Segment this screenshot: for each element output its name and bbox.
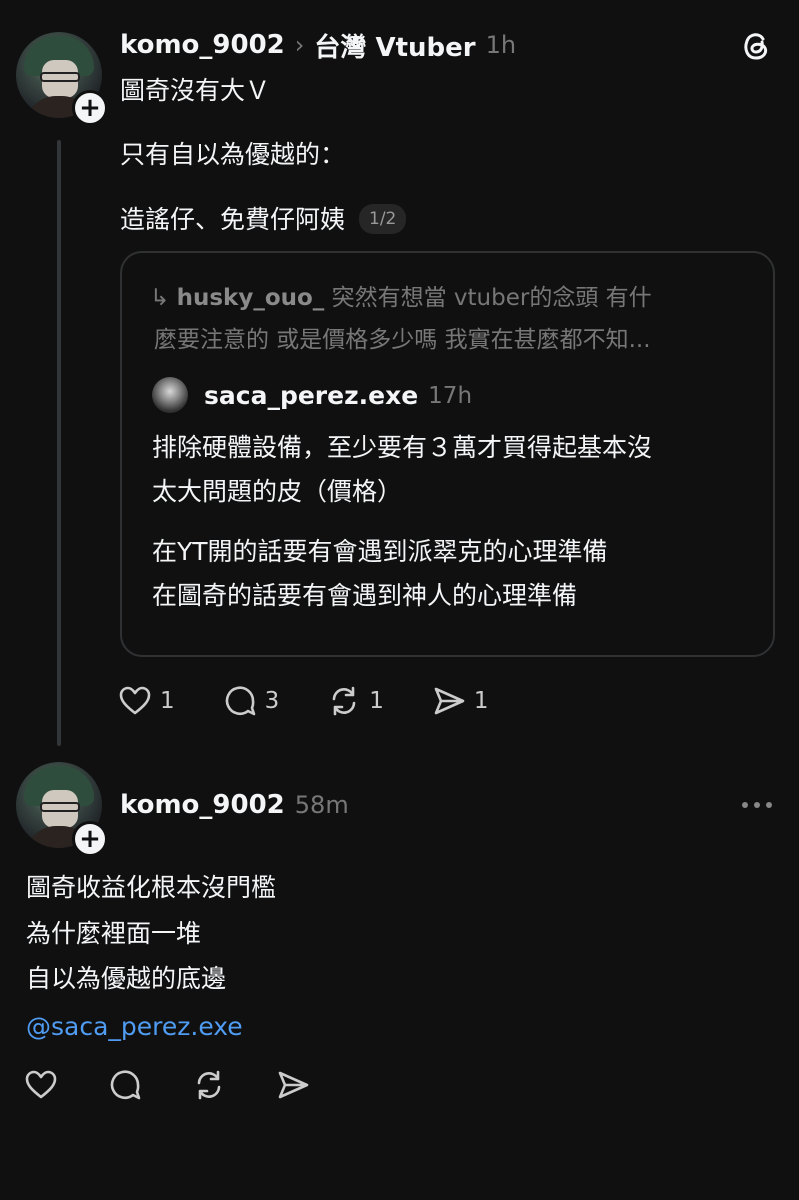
post-text-line: 為什麼裡面一堆 bbox=[26, 919, 202, 948]
send-icon bbox=[434, 687, 465, 715]
username[interactable]: komo_9002 bbox=[120, 30, 285, 60]
post-text-line: 圖奇沒有大Ｖ bbox=[120, 76, 271, 105]
share-button[interactable] bbox=[276, 1068, 310, 1102]
repost-button[interactable]: 1 bbox=[327, 684, 384, 718]
like-count: 1 bbox=[160, 688, 175, 714]
post-time: 58m bbox=[294, 791, 349, 819]
post-text-line: 自以為優越的底邊 bbox=[26, 964, 227, 993]
quoted-author-username[interactable]: saca_perez.exe bbox=[204, 381, 418, 410]
comment-button[interactable]: 3 bbox=[223, 684, 280, 718]
comment-icon bbox=[110, 1070, 141, 1100]
like-button[interactable]: 1 bbox=[118, 684, 175, 718]
post-header: komo_9002 58m bbox=[120, 788, 349, 822]
topic-tag[interactable]: 台灣 Vtuber bbox=[314, 27, 475, 64]
heart-icon bbox=[119, 686, 151, 715]
repost-icon bbox=[197, 1070, 221, 1100]
quoted-text-line: 在圖奇的話要有會遇到神人的心理準備 bbox=[152, 581, 578, 610]
thread-counter-badge: 1/2 bbox=[359, 204, 407, 234]
post-header: komo_9002 › 台灣 Vtuber 1h bbox=[120, 27, 517, 64]
quoted-text-line: 排除硬體設備，至少要有３萬才買得起基本沒 bbox=[152, 433, 653, 462]
post-actions bbox=[24, 1068, 310, 1102]
like-button[interactable] bbox=[24, 1068, 58, 1102]
repost-count: 1 bbox=[369, 688, 384, 714]
quoted-text-line: 太大問題的皮（價格） bbox=[152, 477, 403, 506]
repost-icon bbox=[332, 686, 356, 716]
chevron-right-icon: › bbox=[294, 31, 305, 59]
follow-plus-button[interactable]: + bbox=[72, 90, 108, 126]
post-text-line: 只有自以為優越的： bbox=[120, 140, 346, 169]
reply-context-line-2: 麼要注意的 或是價格多少嗎 我實在甚麼都不知... bbox=[154, 327, 651, 353]
threads-logo-icon[interactable] bbox=[738, 27, 774, 63]
share-count: 1 bbox=[473, 688, 489, 714]
quoted-post-time: 17h bbox=[428, 382, 473, 409]
reply-text: 突然有想當 vtuber的念頭 有什 bbox=[331, 285, 652, 311]
post-actions: 1 3 1 1 bbox=[118, 684, 489, 718]
comment-icon bbox=[225, 686, 255, 716]
post-text-line: 圖奇收益化根本沒門檻 bbox=[26, 873, 277, 902]
reply-context-line-1: ↳ husky_ouo_ 突然有想當 vtuber的念頭 有什 bbox=[150, 287, 652, 310]
post-text-line: 造謠仔、免費仔阿姨 bbox=[120, 204, 346, 234]
quoted-author-avatar[interactable] bbox=[152, 377, 188, 413]
post-time: 1h bbox=[485, 31, 517, 59]
mention-link[interactable]: @saca_perez.exe bbox=[26, 1014, 243, 1039]
share-button[interactable]: 1 bbox=[432, 684, 489, 718]
heart-icon bbox=[25, 1070, 57, 1099]
send-icon bbox=[278, 1071, 309, 1099]
username[interactable]: komo_9002 bbox=[120, 790, 285, 820]
quoted-post-card[interactable]: ↳ husky_ouo_ 突然有想當 vtuber的念頭 有什 麼要注意的 或是… bbox=[120, 251, 775, 657]
quoted-text-line: 在YT開的話要有會遇到派翠克的心理準備 bbox=[152, 537, 608, 566]
comment-button[interactable] bbox=[108, 1068, 142, 1102]
more-horizontal-icon[interactable] bbox=[740, 797, 774, 811]
reply-arrow-icon: ↳ bbox=[150, 285, 170, 311]
repost-button[interactable] bbox=[192, 1068, 226, 1102]
reply-username[interactable]: husky_ouo_ bbox=[177, 285, 325, 311]
follow-plus-button[interactable]: + bbox=[72, 821, 108, 857]
comment-count: 3 bbox=[264, 688, 280, 714]
thread-connector-line bbox=[57, 140, 61, 746]
